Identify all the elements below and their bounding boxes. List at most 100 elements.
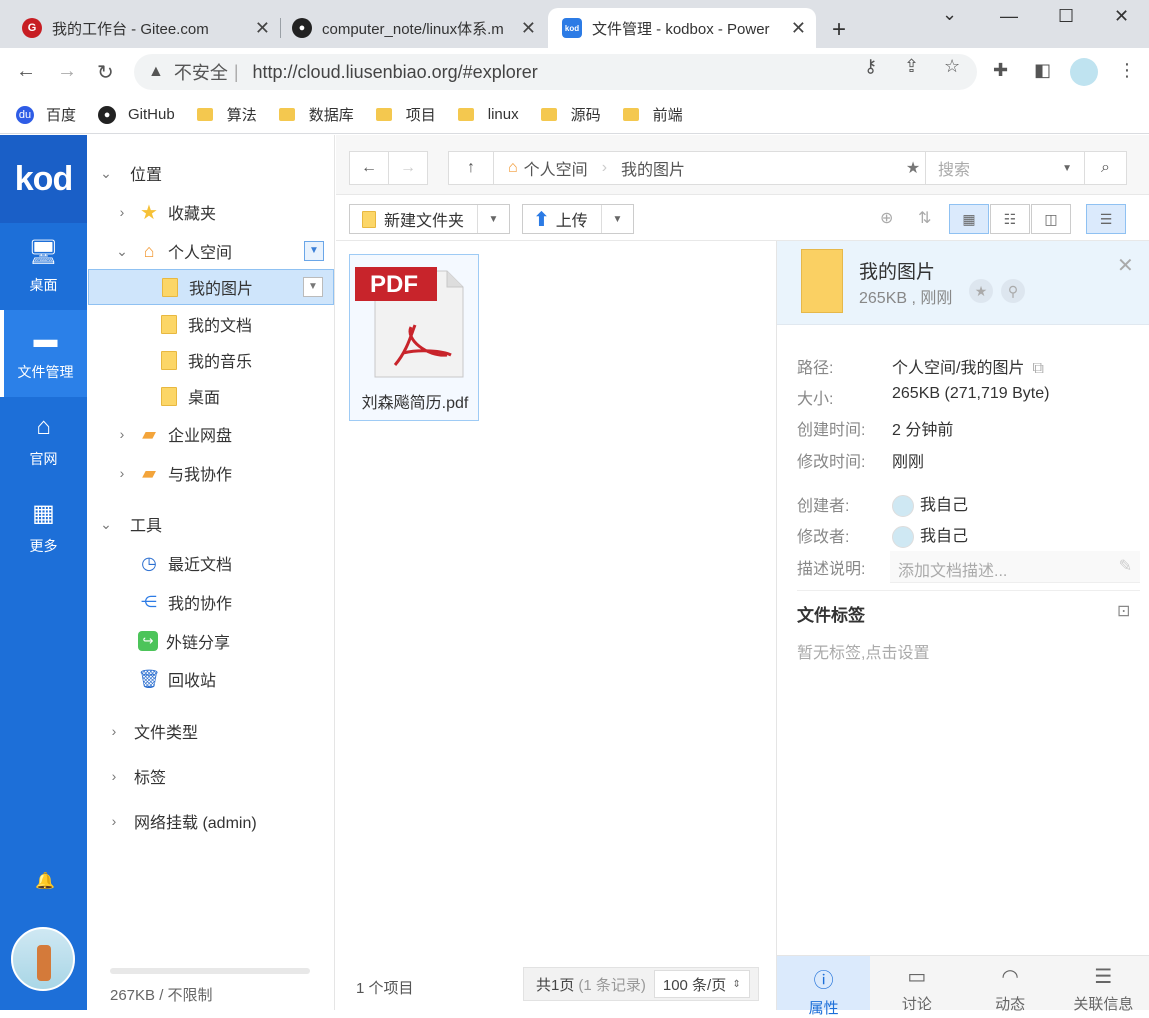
back-icon[interactable]: ← — [349, 151, 389, 185]
description-input[interactable]: 添加文档描述... ✎ — [890, 551, 1140, 583]
tree-mount[interactable]: › 网络挂载 (admin) — [104, 803, 350, 839]
list-view-button[interactable]: ☷ — [990, 204, 1030, 234]
nav-desktop[interactable]: 🖥 桌面 — [0, 223, 87, 310]
upload-button[interactable]: ⬆ 上传 ▼ — [522, 204, 634, 234]
tab-related[interactable]: ☰ 关联信息 — [1057, 956, 1149, 1013]
toggle-panel-button[interactable]: ☰ — [1086, 204, 1126, 234]
search-icon[interactable]: ⌕ — [1084, 151, 1127, 185]
bookmark-baidu[interactable]: du 百度 — [16, 104, 76, 125]
split-view-button[interactable]: ◫ — [1031, 204, 1071, 234]
icon-view-button[interactable]: ▦ — [949, 204, 989, 234]
breadcrumb-pictures[interactable]: 我的图片 — [621, 156, 685, 180]
folder-icon — [540, 108, 557, 121]
zoom-icon[interactable]: ⊕ — [880, 208, 893, 228]
chevron-right-icon[interactable]: › — [104, 768, 124, 784]
window-close-button[interactable]: ✕ — [1114, 6, 1129, 27]
close-icon[interactable]: ✕ — [791, 18, 806, 39]
chevron-right-icon[interactable]: › — [104, 723, 124, 739]
tree-filetype[interactable]: › 文件类型 — [104, 713, 350, 749]
nav-website[interactable]: ⌂ 官网 — [0, 397, 87, 484]
updown-icon: ⇕ — [732, 978, 741, 990]
status-bar: 1 个项目 共1页 (1 条记录) 100 条/页 ⇕ — [336, 955, 776, 1010]
up-icon[interactable]: ↑ — [448, 151, 494, 185]
close-icon[interactable]: ✕ — [1117, 253, 1134, 278]
tab-discussion[interactable]: ▭ 讨论 — [870, 956, 963, 1013]
search-input[interactable]: 搜索 ▼ — [925, 151, 1085, 185]
reload-icon[interactable]: ↻ — [97, 60, 114, 85]
star-icon[interactable]: ★ — [898, 151, 928, 185]
tags-empty[interactable]: 暂无标签,点击设置 — [797, 639, 929, 663]
url-field[interactable]: ▲ 不安全 | http://cloud.liusenbiao.org/#exp… — [134, 54, 977, 90]
bookmark-folder[interactable]: 项目 — [375, 104, 436, 125]
tree-tags[interactable]: › 标签 — [104, 758, 350, 794]
maximize-button[interactable]: ☐ — [1058, 6, 1074, 27]
sidepanel-icon[interactable]: ◧ — [1034, 60, 1051, 81]
profile-avatar[interactable] — [1070, 58, 1098, 86]
pin-icon[interactable]: ⚲ — [1001, 279, 1025, 303]
menu-icon[interactable]: ⋮ — [1118, 60, 1136, 81]
chevron-down-icon[interactable]: ⌄ — [96, 516, 116, 533]
home-icon: ⌂ — [143, 240, 155, 261]
forward-icon[interactable]: → — [57, 60, 77, 83]
chevron-right-icon[interactable]: › — [112, 465, 132, 481]
close-icon[interactable]: ✕ — [255, 18, 270, 39]
chevron-right-icon[interactable]: › — [112, 426, 132, 442]
forward-icon[interactable]: → — [388, 151, 428, 185]
bell-icon[interactable]: 🔔 — [35, 871, 55, 891]
tab-kodbox[interactable]: kod 文件管理 - kodbox - Power ✕ — [548, 8, 816, 48]
minimize-button[interactable]: — — [1000, 6, 1018, 27]
bookmark-folder[interactable]: linux — [457, 106, 519, 123]
tree-shared[interactable]: › ▰ 与我协作 — [112, 455, 358, 491]
dropdown-icon[interactable]: ▼ — [303, 277, 323, 297]
star-icon[interactable]: ★ — [969, 279, 993, 303]
bookmark-folder[interactable]: 数据库 — [278, 104, 354, 125]
edit-icon[interactable]: ✎ — [1119, 556, 1132, 576]
back-icon[interactable]: ← — [16, 60, 36, 83]
chevron-right-icon[interactable]: › — [112, 204, 132, 220]
bookmark-folder[interactable]: 源码 — [540, 104, 601, 125]
bookmark-github[interactable]: ● GitHub — [98, 105, 175, 124]
key-icon[interactable]: ⚷ — [864, 56, 877, 77]
sort-icon[interactable]: ⇅ — [918, 208, 931, 228]
tree-personal-space[interactable]: ⌄ ⌂ 个人空间 ▼ — [112, 233, 334, 269]
dropdown-icon[interactable]: ▼ — [477, 205, 509, 233]
user-avatar[interactable] — [11, 927, 75, 991]
extensions-icon[interactable]: ✚ — [993, 60, 1008, 81]
copy-icon[interactable]: ⧉ — [1032, 360, 1043, 377]
per-page-select[interactable]: 100 条/页 ⇕ — [653, 970, 750, 998]
tab-github[interactable]: ● computer_note/linux体系.m ✕ — [270, 8, 546, 48]
chevron-down-icon[interactable]: ⌄ — [942, 4, 957, 25]
avatar — [892, 494, 914, 517]
tree-item-my-documents[interactable]: 我的文档 — [88, 306, 334, 342]
tree-favorites[interactable]: › ★ 收藏夹 — [112, 194, 358, 230]
dropdown-icon[interactable]: ▼ — [304, 241, 324, 261]
bookmark-star-icon[interactable]: ☆ — [944, 56, 960, 77]
tab-gitee[interactable]: G 我的工作台 - Gitee.com ✕ — [0, 8, 280, 48]
bookmark-folder[interactable]: 前端 — [622, 104, 683, 125]
tab-properties[interactable]: ⓘ 属性 — [777, 956, 871, 1017]
new-folder-button[interactable]: 新建文件夹 ▼ — [349, 204, 510, 234]
chevron-down-icon[interactable]: ⌄ — [96, 165, 116, 182]
tag-icon[interactable]: ⊡ — [1117, 601, 1130, 621]
nav-files[interactable]: ▬ 文件管理 — [0, 310, 87, 397]
chevron-right-icon[interactable]: › — [104, 813, 124, 829]
tree-enterprise[interactable]: › ▰ 企业网盘 — [112, 416, 358, 452]
nav-more[interactable]: ▦ 更多 — [0, 484, 87, 571]
tree-location[interactable]: ⌄ 位置 — [96, 155, 342, 191]
dropdown-icon[interactable]: ▼ — [1062, 163, 1072, 174]
path-value[interactable]: 个人空间/我的图片 ⧉ — [892, 354, 1044, 378]
dropdown-icon[interactable]: ▼ — [601, 205, 633, 233]
breadcrumb-personal[interactable]: 个人空间 — [524, 156, 588, 180]
file-item[interactable]: PDF 刘森飚简历.pdf — [349, 254, 479, 421]
new-tab-button[interactable]: + — [832, 16, 846, 44]
chevron-down-icon[interactable]: ⌄ — [112, 243, 132, 260]
tree-item-my-pictures[interactable]: 我的图片 ▼ — [88, 269, 334, 305]
enterprise-folder-icon: ▰ — [142, 423, 156, 444]
tree-item-my-music[interactable]: 我的音乐 — [88, 342, 334, 378]
tab-activity[interactable]: ◠ 动态 — [964, 956, 1057, 1013]
tree-tools[interactable]: ⌄ 工具 — [96, 506, 342, 542]
tree-item-desktop[interactable]: 桌面 — [88, 378, 334, 414]
close-icon[interactable]: ✕ — [521, 18, 536, 39]
bookmark-folder[interactable]: 算法 — [196, 104, 257, 125]
share-icon[interactable]: ⇪ — [904, 56, 919, 77]
